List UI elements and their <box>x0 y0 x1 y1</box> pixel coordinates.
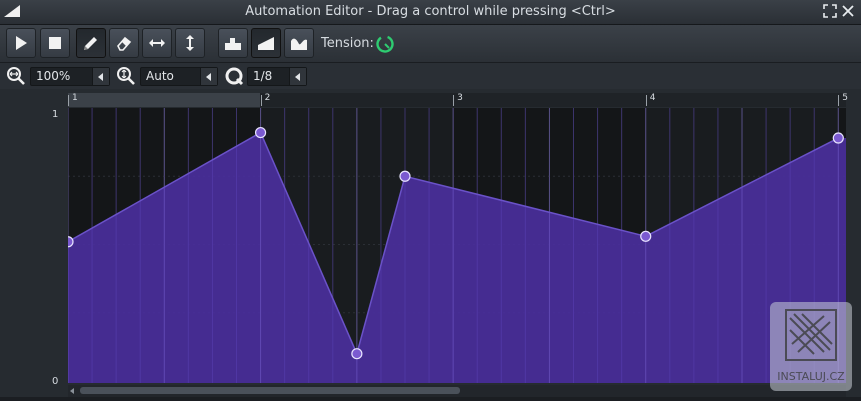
linear-progression-button[interactable] <box>251 28 281 58</box>
linear-progression-icon <box>258 37 274 50</box>
horizontal-zoom-select[interactable]: 100% <box>30 67 110 86</box>
flip-vertical-button[interactable] <box>175 28 205 58</box>
horizontal-arrows-icon <box>149 39 165 47</box>
zoom-bar: 100% Auto 1/8 <box>0 63 861 89</box>
vertical-zoom-arrow-icon[interactable] <box>200 68 217 85</box>
tension-knob-icon[interactable] <box>375 34 395 54</box>
y-min-label: 0 <box>52 376 59 387</box>
ruler-bar-number: 3 <box>457 93 463 103</box>
quantization-arrow-icon[interactable] <box>289 68 306 85</box>
zoom-vertical-icon <box>117 67 135 85</box>
draw-mode-button[interactable] <box>76 28 106 58</box>
window-title: Automation Editor - Drag a control while… <box>245 4 616 19</box>
automation-point[interactable] <box>640 230 652 242</box>
vertical-arrows-icon <box>186 35 194 51</box>
watermark-emblem-icon <box>785 309 837 361</box>
ruler-bar-number: 1 <box>72 93 78 103</box>
automation-graph[interactable] <box>68 108 846 383</box>
bottom-strip <box>0 397 861 401</box>
ruler-bar-number: 4 <box>649 93 656 103</box>
automation-point[interactable] <box>351 348 363 360</box>
cubic-hermite-progression-button[interactable] <box>284 28 314 58</box>
ruler-bar-number: 5 <box>842 93 849 103</box>
ruler-tick <box>260 95 262 106</box>
watermark-text: INSTALUJ.CZ <box>777 370 845 383</box>
pencil-icon <box>84 37 97 50</box>
automation-point[interactable] <box>399 170 411 182</box>
tension-label: Tension: <box>321 36 374 51</box>
close-icon[interactable] <box>840 3 856 19</box>
discrete-progression-button[interactable] <box>218 28 248 58</box>
cubic-hermite-icon <box>291 38 307 50</box>
horizontal-zoom-arrow-icon[interactable] <box>92 68 109 85</box>
quantization-value: 1/8 <box>253 69 273 83</box>
ruler-tick <box>453 95 455 106</box>
horizontal-scrollbar[interactable] <box>68 385 846 397</box>
automation-point[interactable] <box>68 236 74 248</box>
stop-button[interactable] <box>40 28 70 58</box>
automation-point[interactable] <box>832 132 844 144</box>
automation-point[interactable] <box>254 126 267 139</box>
watermark-logo: INSTALUJ.CZ <box>770 302 852 391</box>
play-button[interactable] <box>6 28 36 58</box>
ruler-tick <box>645 95 647 106</box>
ruler-tick <box>838 95 840 106</box>
zoom-horizontal-icon <box>7 67 25 85</box>
fullscreen-icon[interactable] <box>822 3 838 19</box>
timeline-ruler[interactable]: 1 2 3 4 5 <box>68 93 849 107</box>
vertical-zoom-select[interactable]: Auto <box>140 67 218 86</box>
ruler-bar-number: 2 <box>264 93 271 103</box>
scroll-left-arrow-icon[interactable] <box>70 388 74 394</box>
flip-horizontal-button[interactable] <box>142 28 172 58</box>
erase-mode-button[interactable] <box>109 28 139 58</box>
scrollbar-thumb[interactable] <box>80 387 460 394</box>
eraser-icon <box>117 36 132 51</box>
vertical-zoom-value: Auto <box>146 69 174 83</box>
stop-icon <box>49 37 61 49</box>
quantization-select[interactable]: 1/8 <box>247 67 307 86</box>
ruler-tick <box>68 95 69 106</box>
toolbar: Tension: <box>0 25 861 63</box>
discrete-progression-icon <box>225 38 241 50</box>
play-icon <box>16 36 27 50</box>
quantize-icon <box>225 67 244 86</box>
horizontal-zoom-value: 100% <box>36 69 71 83</box>
loop-region[interactable] <box>68 93 260 107</box>
title-bar: Automation Editor - Drag a control while… <box>0 0 861 25</box>
y-max-label: 1 <box>52 109 59 120</box>
